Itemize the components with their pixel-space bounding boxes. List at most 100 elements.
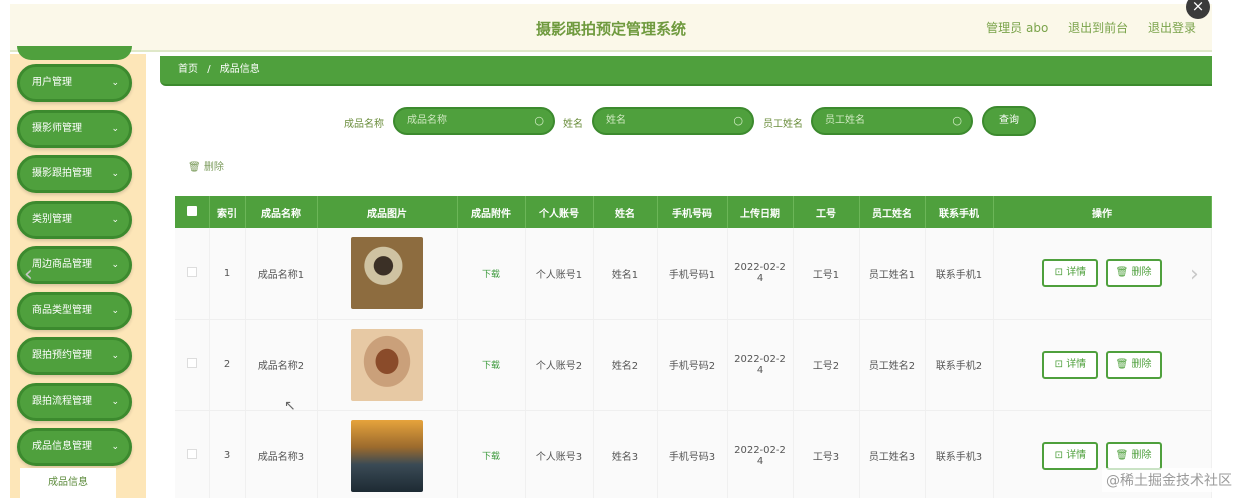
detail-label: 详情 (1066, 358, 1087, 370)
sidebar-item-goods-type[interactable]: 商品类型管理 ⌄ (17, 292, 132, 330)
detail-icon: ⊡ (1054, 358, 1067, 370)
col-header: 操作 (993, 196, 1212, 228)
product-image[interactable] (351, 419, 423, 492)
sidebar-item-product[interactable]: 成品信息管理 ⌄ (17, 428, 132, 466)
sidebar-item-user[interactable]: 用户管理 ⌄ (17, 64, 132, 102)
chevron-down-icon: ⌄ (111, 78, 119, 88)
detail-button[interactable]: ⊡ 详情 (1042, 350, 1099, 379)
product-image[interactable] (351, 328, 423, 401)
cell-index: 3 (209, 410, 246, 498)
date-line2: 4 (756, 273, 764, 285)
cell-account: 个人账号3 (525, 410, 594, 498)
trash-icon: 🗑 (188, 162, 201, 173)
cell-date: 2022-02-2 4 (727, 410, 794, 498)
staff-label: 员工姓名 (763, 119, 803, 130)
download-link[interactable]: 下载 (482, 452, 500, 462)
row-checkbox[interactable] (175, 319, 210, 411)
search-bar: 成品名称 成品名称 ○ 姓名 姓名 ○ 员工姓名 员工姓名 ○ 查询 (0, 106, 1242, 136)
cell-account: 个人账号2 (525, 319, 594, 411)
detail-button[interactable]: ⊡ 详情 (1042, 441, 1099, 470)
sidebar-subitem-product-info[interactable]: 成品信息 (20, 468, 116, 498)
product-table: 索引 成品名称 成品图片 成品附件 个人账号 姓名 手机号码 上传日期 工号 员… (175, 196, 1212, 498)
detail-button[interactable]: ⊡ 详情 (1042, 259, 1099, 288)
person-placeholder: 姓名 (606, 115, 626, 126)
cell-person: 姓名2 (593, 319, 658, 411)
search-icon: ○ (534, 114, 544, 127)
cell-contact: 联系手机3 (925, 410, 994, 498)
cell-attachment: 下载 (457, 319, 526, 411)
sidebar-item-category[interactable]: 类别管理 ⌄ (17, 201, 132, 239)
chevron-down-icon: ⌄ (111, 351, 119, 361)
sidebar-item-shoot[interactable]: 摄影跟拍管理 ⌄ (17, 155, 132, 193)
chevron-down-icon: ⌄ (111, 442, 119, 452)
breadcrumb-separator: / (207, 64, 211, 75)
detail-icon: ⊡ (1054, 267, 1067, 279)
sidebar-item-process[interactable]: 跟拍流程管理 ⌄ (17, 383, 132, 421)
cell-person: 姓名3 (593, 410, 658, 498)
delete-button[interactable]: 🗑 删除 (1105, 350, 1162, 379)
col-header: 成品图片 (317, 196, 458, 228)
name-search-input[interactable]: 成品名称 ○ (393, 107, 555, 135)
breadcrumb-home[interactable]: 首页 (178, 64, 198, 75)
cell-staff: 员工姓名2 (859, 319, 926, 411)
cell-index: 1 (209, 228, 246, 320)
sidebar-item-label: 跟拍预约管理 (32, 350, 92, 361)
col-header: 手机号码 (657, 196, 728, 228)
trash-icon: 🗑 (1115, 358, 1132, 370)
download-link[interactable]: 下载 (482, 361, 500, 371)
date-line2: 4 (756, 364, 764, 376)
col-header: 上传日期 (727, 196, 794, 228)
logout-link[interactable]: 退出登录 (1148, 21, 1196, 35)
sidebar-item-label: 类别管理 (32, 214, 72, 225)
download-link[interactable]: 下载 (482, 270, 500, 280)
cell-name: 成品名称3 (245, 410, 318, 498)
search-icon: ○ (952, 114, 962, 127)
person-search-input[interactable]: 姓名 ○ (592, 107, 754, 135)
front-link[interactable]: 退出到前台 (1068, 21, 1128, 35)
query-button[interactable]: 查询 (982, 106, 1036, 136)
cell-account: 个人账号1 (525, 228, 594, 320)
date-line2: 4 (756, 455, 764, 467)
next-arrow-icon[interactable]: › (1190, 262, 1199, 287)
search-icon: ○ (733, 114, 743, 127)
cell-actions: ⊡ 详情 🗑 删除 (993, 228, 1212, 320)
cell-phone: 手机号码1 (657, 228, 728, 320)
table-header-row: 索引 成品名称 成品图片 成品附件 个人账号 姓名 手机号码 上传日期 工号 员… (175, 196, 1212, 228)
col-header: 索引 (209, 196, 246, 228)
table-row: 3 成品名称3 下载 个人账号3 姓名3 手机号码3 2022-02-2 4 工号… (175, 410, 1212, 498)
product-image[interactable] (351, 237, 423, 310)
date-line1: 2022-02-2 (734, 444, 786, 456)
col-header: 工号 (793, 196, 860, 228)
delete-button[interactable]: 🗑 删除 (1105, 259, 1162, 288)
staff-search-input[interactable]: 员工姓名 ○ (811, 107, 973, 135)
col-header: 姓名 (593, 196, 658, 228)
delete-button[interactable]: 🗑 删除 (1105, 441, 1162, 470)
cell-actions: ⊡ 详情 🗑 删除 (993, 319, 1212, 411)
detail-icon: ⊡ (1054, 449, 1067, 461)
sidebar-item-goods[interactable]: 周边商品管理 ⌄ (17, 246, 132, 284)
prev-arrow-icon[interactable]: ‹ (24, 262, 33, 287)
delete-label: 删除 (1131, 267, 1152, 279)
delete-label: 删除 (1131, 449, 1152, 461)
cell-attachment: 下载 (457, 410, 526, 498)
row-checkbox[interactable] (175, 410, 210, 498)
watermark: @稀土掘金技术社区 (1102, 468, 1236, 492)
sidebar-item-label: 周边商品管理 (32, 259, 92, 270)
col-header: 员工姓名 (859, 196, 926, 228)
batch-delete-button[interactable]: 🗑 删除 (188, 158, 224, 173)
detail-label: 详情 (1066, 267, 1087, 279)
breadcrumb-current: 成品信息 (219, 64, 260, 75)
cell-phone: 手机号码3 (657, 410, 728, 498)
date-line1: 2022-02-2 (734, 353, 786, 365)
mouse-cursor-icon: ↖ (284, 398, 296, 414)
staff-placeholder: 员工姓名 (825, 115, 865, 126)
cell-date: 2022-02-2 4 (727, 228, 794, 320)
sidebar-item-booking[interactable]: 跟拍预约管理 ⌄ (17, 337, 132, 375)
cell-name: 成品名称2 (245, 319, 318, 411)
select-all-checkbox[interactable] (175, 196, 210, 228)
name-label: 成品名称 (344, 119, 384, 130)
cell-staff-no: 工号2 (793, 319, 860, 411)
name-placeholder: 成品名称 (407, 115, 447, 126)
sidebar-item-label: 摄影跟拍管理 (32, 168, 92, 179)
row-checkbox[interactable] (175, 228, 210, 320)
